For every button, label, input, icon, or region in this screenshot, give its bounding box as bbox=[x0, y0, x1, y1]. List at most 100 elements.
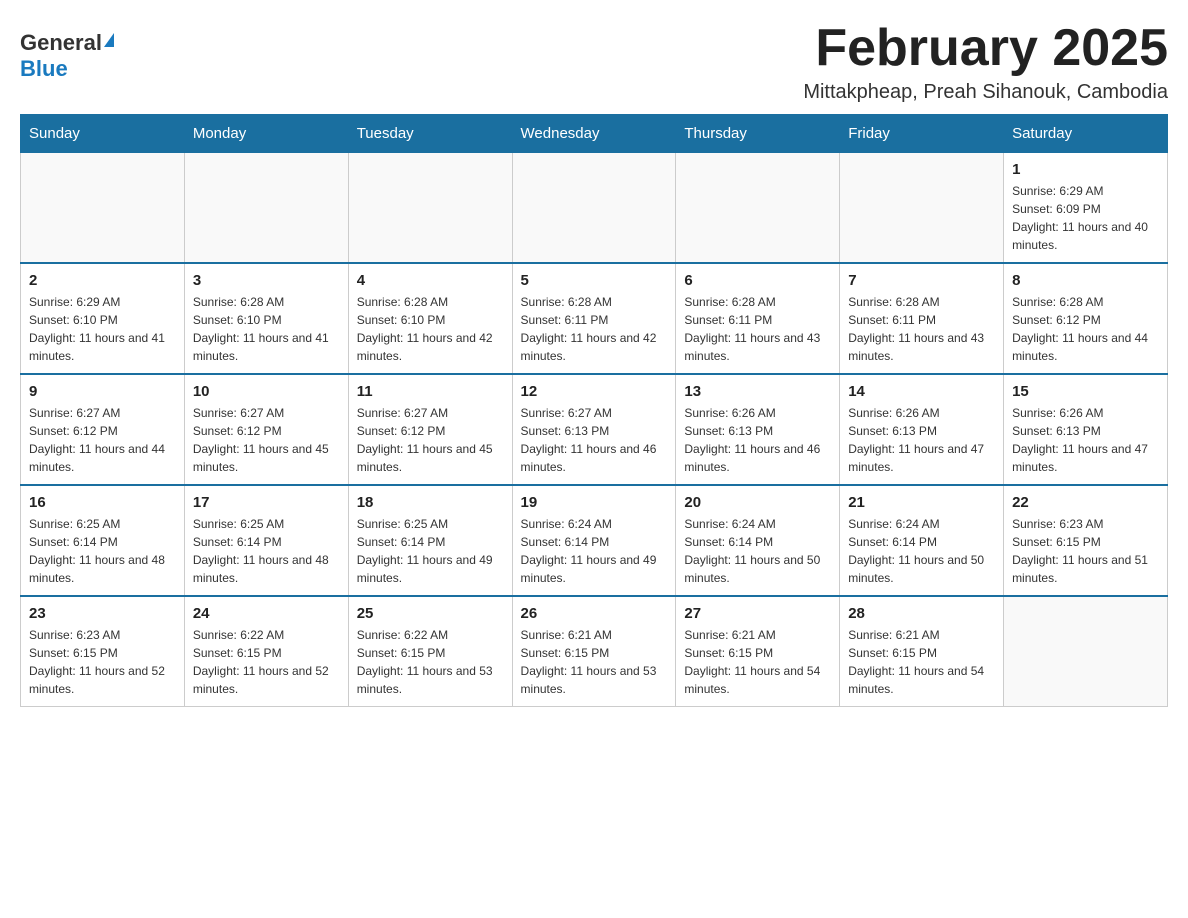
weekday-header-saturday: Saturday bbox=[1004, 115, 1168, 153]
day-info: Sunrise: 6:24 AMSunset: 6:14 PMDaylight:… bbox=[684, 515, 831, 587]
calendar-cell: 22 Sunrise: 6:23 AMSunset: 6:15 PMDayligh… bbox=[1004, 485, 1168, 596]
day-info: Sunrise: 6:28 AMSunset: 6:11 PMDaylight:… bbox=[848, 293, 995, 365]
calendar-week-row: 1 Sunrise: 6:29 AMSunset: 6:09 PMDaylight… bbox=[21, 153, 1168, 264]
calendar-cell: 8 Sunrise: 6:28 AMSunset: 6:12 PMDaylight… bbox=[1004, 263, 1168, 374]
calendar-cell: 12 Sunrise: 6:27 AMSunset: 6:13 PMDayligh… bbox=[512, 374, 676, 485]
day-info: Sunrise: 6:28 AMSunset: 6:12 PMDaylight:… bbox=[1012, 293, 1159, 365]
day-number: 3 bbox=[193, 272, 340, 289]
month-title: February 2025 bbox=[803, 20, 1168, 77]
calendar-cell: 4 Sunrise: 6:28 AMSunset: 6:10 PMDaylight… bbox=[348, 263, 512, 374]
day-info: Sunrise: 6:22 AMSunset: 6:15 PMDaylight:… bbox=[357, 626, 504, 698]
day-number: 14 bbox=[848, 383, 995, 400]
day-number: 27 bbox=[684, 605, 831, 622]
day-info: Sunrise: 6:29 AMSunset: 6:10 PMDaylight:… bbox=[29, 293, 176, 365]
day-number: 5 bbox=[521, 272, 668, 289]
calendar-cell: 13 Sunrise: 6:26 AMSunset: 6:13 PMDayligh… bbox=[676, 374, 840, 485]
weekday-header-friday: Friday bbox=[840, 115, 1004, 153]
calendar-cell: 17 Sunrise: 6:25 AMSunset: 6:14 PMDayligh… bbox=[184, 485, 348, 596]
calendar-cell: 27 Sunrise: 6:21 AMSunset: 6:15 PMDayligh… bbox=[676, 596, 840, 707]
day-info: Sunrise: 6:22 AMSunset: 6:15 PMDaylight:… bbox=[193, 626, 340, 698]
day-number: 18 bbox=[357, 494, 504, 511]
calendar-table: SundayMondayTuesdayWednesdayThursdayFrid… bbox=[20, 114, 1168, 707]
day-info: Sunrise: 6:28 AMSunset: 6:10 PMDaylight:… bbox=[357, 293, 504, 365]
day-number: 23 bbox=[29, 605, 176, 622]
calendar-cell: 23Sunrise: 6:23 AMSunset: 6:15 PMDayligh… bbox=[21, 596, 185, 707]
page-header: General Blue February 2025 Mittakpheap, … bbox=[20, 20, 1168, 104]
calendar-cell: 20 Sunrise: 6:24 AMSunset: 6:14 PMDayligh… bbox=[676, 485, 840, 596]
calendar-cell bbox=[840, 153, 1004, 264]
calendar-cell: 5Sunrise: 6:28 AMSunset: 6:11 PMDaylight… bbox=[512, 263, 676, 374]
day-info: Sunrise: 6:25 AMSunset: 6:14 PMDaylight:… bbox=[29, 515, 176, 587]
calendar-cell: 18Sunrise: 6:25 AMSunset: 6:14 PMDayligh… bbox=[348, 485, 512, 596]
weekday-header-row: SundayMondayTuesdayWednesdayThursdayFrid… bbox=[21, 115, 1168, 153]
calendar-cell: 16 Sunrise: 6:25 AMSunset: 6:14 PMDayligh… bbox=[21, 485, 185, 596]
day-number: 10 bbox=[193, 383, 340, 400]
day-info: Sunrise: 6:24 AMSunset: 6:14 PMDaylight:… bbox=[521, 515, 668, 587]
logo-blue-text: Blue bbox=[20, 56, 68, 82]
day-info: Sunrise: 6:27 AMSunset: 6:12 PMDaylight:… bbox=[193, 404, 340, 476]
weekday-header-thursday: Thursday bbox=[676, 115, 840, 153]
calendar-cell bbox=[21, 153, 185, 264]
calendar-cell bbox=[512, 153, 676, 264]
calendar-cell: 6 Sunrise: 6:28 AMSunset: 6:11 PMDaylight… bbox=[676, 263, 840, 374]
calendar-cell: 21 Sunrise: 6:24 AMSunset: 6:14 PMDayligh… bbox=[840, 485, 1004, 596]
weekday-header-monday: Monday bbox=[184, 115, 348, 153]
day-number: 24 bbox=[193, 605, 340, 622]
calendar-week-row: 2Sunrise: 6:29 AMSunset: 6:10 PMDaylight… bbox=[21, 263, 1168, 374]
calendar-cell: 19 Sunrise: 6:24 AMSunset: 6:14 PMDayligh… bbox=[512, 485, 676, 596]
calendar-cell: 11 Sunrise: 6:27 AMSunset: 6:12 PMDayligh… bbox=[348, 374, 512, 485]
day-info: Sunrise: 6:26 AMSunset: 6:13 PMDaylight:… bbox=[848, 404, 995, 476]
day-number: 12 bbox=[521, 383, 668, 400]
calendar-cell: 9Sunrise: 6:27 AMSunset: 6:12 PMDaylight… bbox=[21, 374, 185, 485]
calendar-cell: 7 Sunrise: 6:28 AMSunset: 6:11 PMDaylight… bbox=[840, 263, 1004, 374]
day-info: Sunrise: 6:28 AMSunset: 6:10 PMDaylight:… bbox=[193, 293, 340, 365]
calendar-cell: 10 Sunrise: 6:27 AMSunset: 6:12 PMDayligh… bbox=[184, 374, 348, 485]
day-info: Sunrise: 6:26 AMSunset: 6:13 PMDaylight:… bbox=[684, 404, 831, 476]
day-number: 19 bbox=[521, 494, 668, 511]
calendar-week-row: 23Sunrise: 6:23 AMSunset: 6:15 PMDayligh… bbox=[21, 596, 1168, 707]
day-number: 13 bbox=[684, 383, 831, 400]
calendar-week-row: 16 Sunrise: 6:25 AMSunset: 6:14 PMDayligh… bbox=[21, 485, 1168, 596]
day-info: Sunrise: 6:21 AMSunset: 6:15 PMDaylight:… bbox=[684, 626, 831, 698]
day-number: 17 bbox=[193, 494, 340, 511]
day-number: 9 bbox=[29, 383, 176, 400]
day-info: Sunrise: 6:24 AMSunset: 6:14 PMDaylight:… bbox=[848, 515, 995, 587]
calendar-cell bbox=[676, 153, 840, 264]
day-info: Sunrise: 6:25 AMSunset: 6:14 PMDaylight:… bbox=[193, 515, 340, 587]
day-number: 1 bbox=[1012, 161, 1159, 178]
weekday-header-sunday: Sunday bbox=[21, 115, 185, 153]
day-number: 22 bbox=[1012, 494, 1159, 511]
day-number: 6 bbox=[684, 272, 831, 289]
calendar-cell bbox=[348, 153, 512, 264]
day-number: 21 bbox=[848, 494, 995, 511]
calendar-cell: 2Sunrise: 6:29 AMSunset: 6:10 PMDaylight… bbox=[21, 263, 185, 374]
calendar-cell: 15 Sunrise: 6:26 AMSunset: 6:13 PMDayligh… bbox=[1004, 374, 1168, 485]
day-number: 28 bbox=[848, 605, 995, 622]
weekday-header-wednesday: Wednesday bbox=[512, 115, 676, 153]
calendar-cell: 3 Sunrise: 6:28 AMSunset: 6:10 PMDaylight… bbox=[184, 263, 348, 374]
day-info: Sunrise: 6:27 AMSunset: 6:12 PMDaylight:… bbox=[357, 404, 504, 476]
weekday-header-tuesday: Tuesday bbox=[348, 115, 512, 153]
day-info: Sunrise: 6:28 AMSunset: 6:11 PMDaylight:… bbox=[684, 293, 831, 365]
day-number: 16 bbox=[29, 494, 176, 511]
day-number: 15 bbox=[1012, 383, 1159, 400]
calendar-cell bbox=[184, 153, 348, 264]
day-info: Sunrise: 6:26 AMSunset: 6:13 PMDaylight:… bbox=[1012, 404, 1159, 476]
day-number: 25 bbox=[357, 605, 504, 622]
logo: General Blue bbox=[20, 20, 114, 82]
day-number: 11 bbox=[357, 383, 504, 400]
calendar-cell: 25 Sunrise: 6:22 AMSunset: 6:15 PMDayligh… bbox=[348, 596, 512, 707]
calendar-cell bbox=[1004, 596, 1168, 707]
calendar-cell: 28Sunrise: 6:21 AMSunset: 6:15 PMDayligh… bbox=[840, 596, 1004, 707]
calendar-week-row: 9 Sunrise: 6:27 AMSunset: 6:12 PMDaylight… bbox=[21, 374, 1168, 485]
day-info: Sunrise: 6:23 AMSunset: 6:15 PMDaylight:… bbox=[1012, 515, 1159, 587]
day-number: 8 bbox=[1012, 272, 1159, 289]
day-number: 4 bbox=[357, 272, 504, 289]
day-number: 20 bbox=[684, 494, 831, 511]
day-info: Sunrise: 6:29 AMSunset: 6:09 PMDaylight:… bbox=[1012, 182, 1159, 254]
day-info: Sunrise: 6:21 AMSunset: 6:15 PMDaylight:… bbox=[521, 626, 668, 698]
day-number: 26 bbox=[521, 605, 668, 622]
day-number: 7 bbox=[848, 272, 995, 289]
day-info: Sunrise: 6:27 AMSunset: 6:13 PMDaylight:… bbox=[521, 404, 668, 476]
calendar-cell: 1 Sunrise: 6:29 AMSunset: 6:09 PMDaylight… bbox=[1004, 153, 1168, 264]
